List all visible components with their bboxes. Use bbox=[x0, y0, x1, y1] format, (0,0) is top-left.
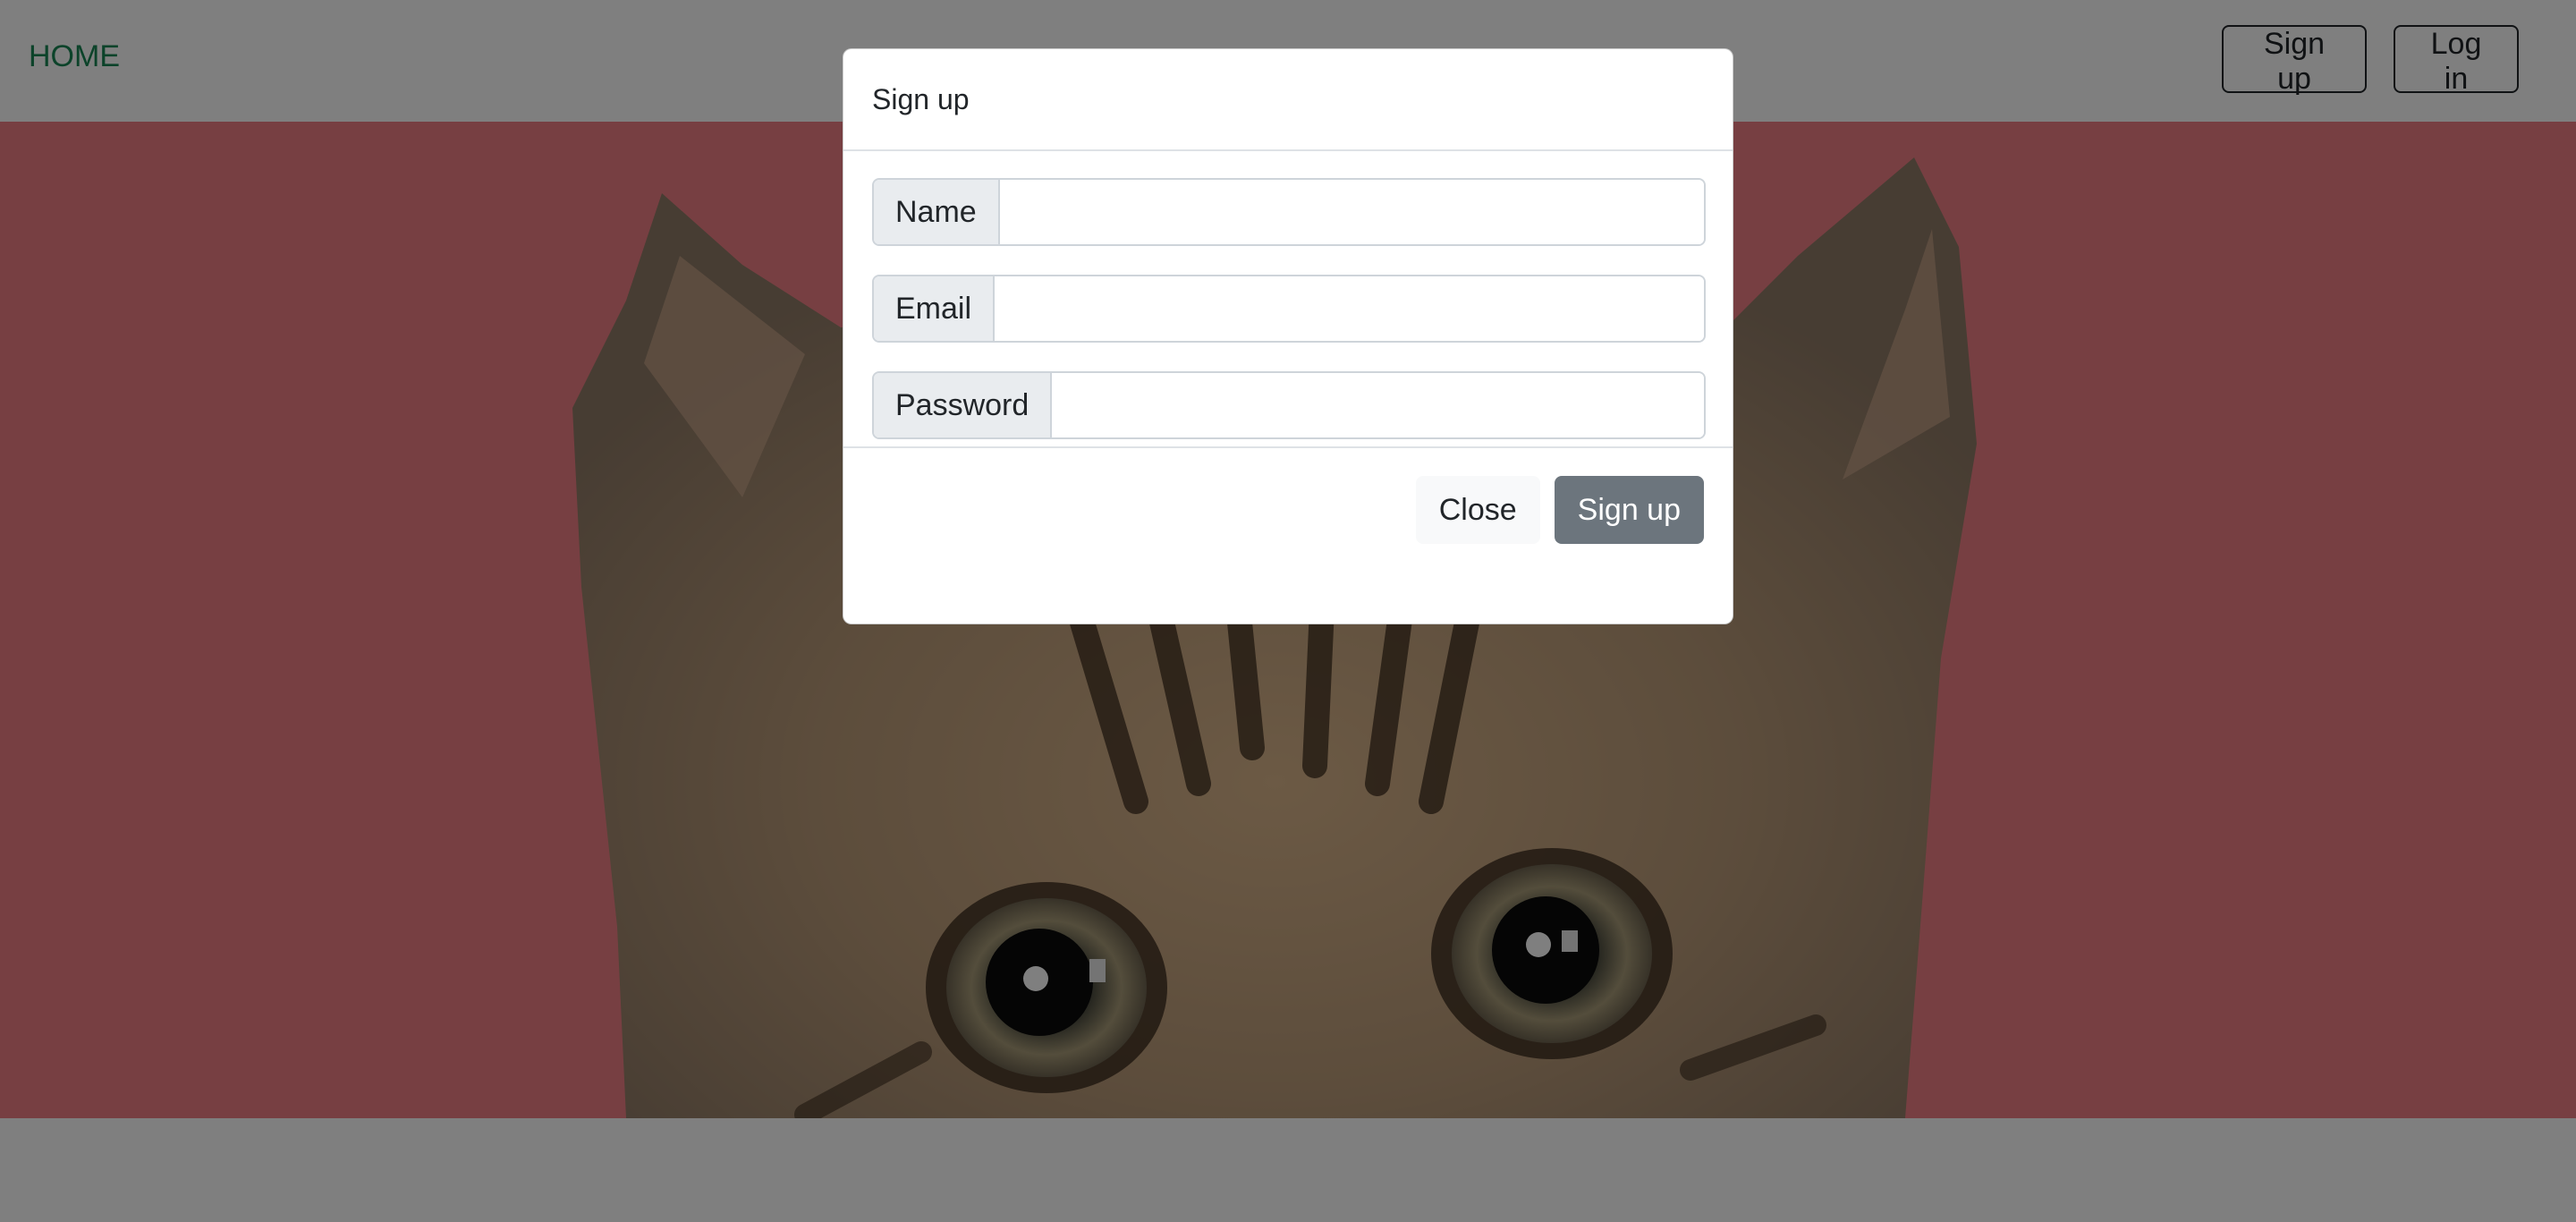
close-button[interactable]: Close bbox=[1415, 476, 1540, 544]
modal-footer: Close Sign up bbox=[843, 446, 1733, 572]
name-input[interactable] bbox=[999, 180, 1704, 244]
password-input[interactable] bbox=[1052, 373, 1704, 437]
email-label: Email bbox=[874, 276, 996, 341]
password-input-group: Password bbox=[872, 371, 1706, 439]
password-label: Password bbox=[874, 373, 1053, 437]
signup-submit-button[interactable]: Sign up bbox=[1554, 476, 1704, 544]
name-input-group: Name bbox=[872, 178, 1706, 246]
signup-modal: Sign up Name Email Password Close Sign u… bbox=[843, 48, 1733, 624]
modal-title: Sign up bbox=[872, 82, 970, 115]
modal-body: Name Email Password bbox=[843, 151, 1733, 446]
email-input[interactable] bbox=[995, 276, 1704, 341]
name-label: Name bbox=[874, 180, 1000, 244]
modal-header: Sign up bbox=[843, 49, 1733, 151]
email-input-group: Email bbox=[872, 275, 1706, 343]
